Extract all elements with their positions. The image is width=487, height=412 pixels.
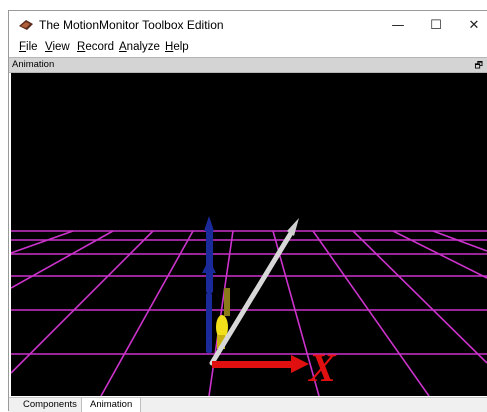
tab-animation[interactable]: Animation	[81, 398, 142, 412]
3d-animation-viewport[interactable]: X	[11, 73, 487, 396]
menu-analyze[interactable]: Analyze	[119, 41, 160, 53]
animation-panel-header: Animation 🗗	[9, 57, 487, 73]
floor-grid	[11, 230, 487, 396]
menu-view[interactable]: View	[45, 41, 70, 53]
scene-canvas: X	[11, 216, 487, 396]
maximize-icon: ☐	[430, 17, 442, 33]
x-axis-label: X	[307, 345, 337, 390]
app-window: The MotionMonitor Toolbox Edition — ☐ ✕ …	[8, 10, 487, 412]
panel-title: Animation	[12, 59, 55, 70]
close-button[interactable]: ✕	[455, 11, 487, 39]
panel-restore-icon[interactable]: 🗗	[475, 58, 483, 74]
menu-help[interactable]: Help	[165, 41, 189, 53]
menu-bar: File View Record Analyze Help	[9, 39, 487, 57]
minimize-button[interactable]: —	[379, 11, 417, 39]
x-axis-marker: X	[212, 345, 337, 390]
maximize-button[interactable]: ☐	[417, 11, 455, 39]
window-title: The MotionMonitor Toolbox Edition	[39, 18, 224, 32]
tab-components[interactable]: Components	[15, 398, 85, 412]
bottom-tab-bar: Components Animation	[9, 397, 487, 412]
y-axis-marker	[202, 216, 216, 353]
close-icon: ✕	[468, 17, 480, 33]
menu-file[interactable]: File	[19, 41, 38, 53]
title-bar[interactable]: The MotionMonitor Toolbox Edition — ☐ ✕	[9, 11, 487, 39]
minimize-icon: —	[391, 17, 405, 33]
app-logo-icon	[19, 20, 33, 30]
menu-record[interactable]: Record	[77, 41, 114, 53]
